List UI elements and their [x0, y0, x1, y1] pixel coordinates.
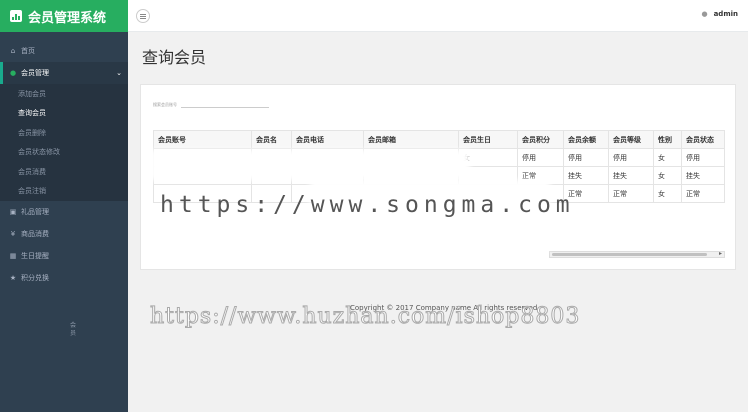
hamburger-icon	[140, 15, 146, 17]
chart-logo-icon	[10, 10, 22, 22]
chevron-down-icon: ⌄	[116, 69, 122, 77]
col-header[interactable]: 性别	[653, 130, 682, 149]
search-label: 搜索会员账号	[153, 102, 177, 107]
watermark-shop-url: https://www.huzhan.com/ishop8803	[149, 304, 581, 330]
col-header[interactable]: 会员状态	[681, 130, 725, 149]
sidebar-item-gifts[interactable]: ▣ 礼品管理	[0, 201, 128, 223]
col-header[interactable]: 会员邮箱	[363, 130, 459, 149]
sidebar-item-label: 礼品管理	[21, 208, 49, 216]
sidebar-item-label: 商品消费	[21, 230, 49, 238]
user-icon: ●	[9, 69, 17, 77]
submenu-item-status-change[interactable]: 会员状态修改	[0, 143, 128, 163]
sidebar-item-home[interactable]: ⌂ 首页	[0, 40, 128, 62]
submenu-item-delete-member[interactable]: 会员删除	[0, 123, 128, 143]
search-input[interactable]	[181, 107, 269, 108]
sidebar-item-label: 积分兑换	[21, 274, 49, 282]
table-header-row: 会员账号 会员名 会员电话 会员邮箱 会员生日 会员积分 会员余额 会员等级 性…	[153, 130, 725, 149]
submenu-item-consumption[interactable]: 会员消费	[0, 162, 128, 182]
submenu-item-add-member[interactable]: 添加会员	[0, 84, 128, 104]
watermark-url: https://www.songma.com	[160, 192, 575, 218]
top-bar: ● admin	[128, 0, 748, 32]
scrollbar-thumb[interactable]	[552, 253, 707, 256]
user-menu[interactable]: ● admin	[701, 10, 738, 18]
sidebar-item-label: 会员管理	[21, 69, 49, 77]
app-brand[interactable]: 会员管理系统	[0, 0, 128, 32]
table-cell: 停用	[517, 148, 564, 167]
sidebar-nav: ⌂ 首页 ● 会员管理 ⌄ 添加会员 查询会员 会员删除 会员状态修改 会员消费…	[0, 40, 128, 289]
sidebar-vertical-tag: 会员	[70, 322, 77, 337]
table-cell: 挂失	[563, 166, 609, 185]
table-cell: 正常	[681, 184, 725, 203]
col-header[interactable]: 会员积分	[517, 130, 564, 149]
col-header[interactable]: 会员账号	[153, 130, 252, 149]
table-cell: 停用	[681, 148, 725, 167]
submenu-item-cancel-member[interactable]: 会员注销	[0, 182, 128, 202]
calendar-icon: ▦	[9, 252, 17, 260]
col-header[interactable]: 会员余额	[563, 130, 609, 149]
page-title: 查询会员	[142, 48, 207, 67]
sidebar: 会员管理系统 ⌂ 首页 ● 会员管理 ⌄ 添加会员 查询会员 会员删除 会员状态…	[0, 0, 128, 412]
col-header[interactable]: 会员名	[251, 130, 292, 149]
table-cell: 女	[653, 148, 682, 167]
col-header[interactable]: 会员电话	[291, 130, 364, 149]
sidebar-item-points[interactable]: ★ 积分兑换	[0, 267, 128, 289]
yen-icon: ¥	[10, 230, 16, 238]
col-header[interactable]: 会员生日	[458, 130, 518, 149]
menu-toggle-button[interactable]	[136, 9, 150, 23]
member-submenu: 添加会员 查询会员 会员删除 会员状态修改 会员消费 会员注销	[0, 84, 128, 201]
sidebar-item-label: 生日提醒	[21, 252, 49, 260]
sidebar-item-birthday[interactable]: ▦ 生日提醒	[0, 245, 128, 267]
col-header[interactable]: 会员等级	[608, 130, 654, 149]
home-icon: ⌂	[10, 47, 16, 55]
table-cell: 停用	[608, 148, 654, 167]
table-cell: 挂失	[681, 166, 725, 185]
horizontal-scrollbar[interactable]: ▸	[549, 250, 725, 258]
user-name: admin	[713, 10, 738, 18]
sidebar-item-member-management[interactable]: ● 会员管理 ⌄	[0, 62, 128, 84]
table-cell: 正常	[608, 184, 654, 203]
table-cell: 女	[653, 184, 682, 203]
app-title: 会员管理系统	[28, 10, 107, 26]
table-cell: 停用	[563, 148, 609, 167]
user-icon: ●	[701, 10, 708, 18]
sidebar-item-consumption[interactable]: ¥ 商品消费	[0, 223, 128, 245]
table-cell: 女	[653, 166, 682, 185]
redaction-blur	[150, 150, 470, 180]
submenu-item-query-member[interactable]: 查询会员	[0, 104, 128, 124]
gift-icon: ▣	[9, 208, 17, 216]
star-icon: ★	[9, 274, 17, 282]
table-cell: 挂失	[608, 166, 654, 185]
sidebar-item-label: 首页	[21, 47, 35, 55]
arrow-right-icon[interactable]: ▸	[719, 250, 722, 257]
